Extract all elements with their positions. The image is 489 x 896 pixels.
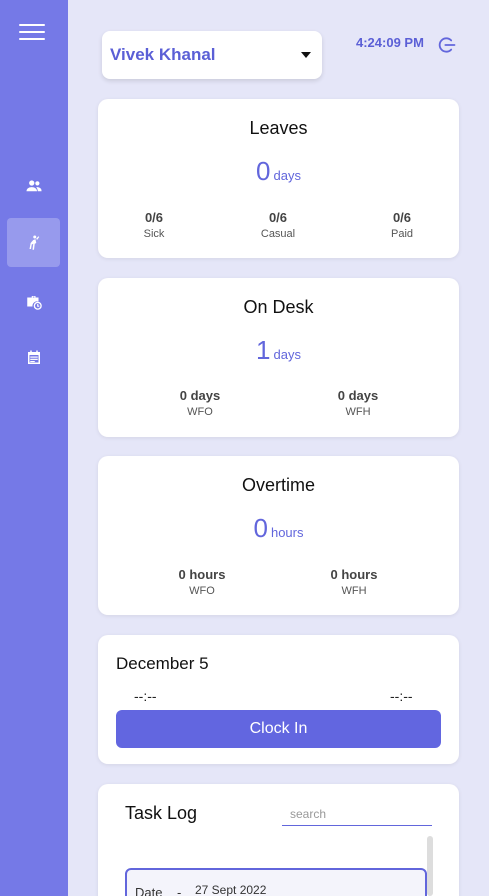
stat-label: WFO xyxy=(187,406,213,418)
stat-value: 0 days xyxy=(179,388,221,403)
overtime-total-value: 0 xyxy=(253,513,268,543)
clock-in-button[interactable]: Clock In xyxy=(116,710,441,748)
task-log-card: Task Log Date - 27 Sept 2022 xyxy=(98,784,459,896)
leave-icon xyxy=(26,295,42,310)
overtime-total: 0 hours xyxy=(98,513,459,544)
stat-wfo: 0 days WFO xyxy=(155,388,245,418)
task-entry-separator: - xyxy=(177,885,182,896)
stat-value: 0/6 xyxy=(392,210,412,225)
stat-label: WFO xyxy=(189,585,215,597)
stat-sick: 0/6 Sick xyxy=(109,210,199,240)
leaves-total-value: 0 xyxy=(256,156,271,186)
sidebar-item-calendar[interactable] xyxy=(7,333,60,382)
on-desk-total-unit: days xyxy=(273,347,301,362)
calendar-icon xyxy=(27,350,40,364)
user-select[interactable]: Vivek Khanal xyxy=(102,31,322,79)
dropdown-caret-icon xyxy=(301,52,311,58)
stat-wfh: 0 days WFH xyxy=(313,388,403,418)
logout-icon[interactable] xyxy=(437,35,457,55)
stat-value: 0/6 xyxy=(144,210,164,225)
stat-casual: 0/6 Casual xyxy=(233,210,323,240)
on-desk-total-value: 1 xyxy=(256,335,271,365)
sidebar-item-leave[interactable] xyxy=(7,277,60,326)
stat-label: WFH xyxy=(345,406,371,418)
task-log-title: Task Log xyxy=(125,803,198,823)
card-title: On Desk xyxy=(243,297,314,317)
stat-value: 0/6 xyxy=(268,210,288,225)
sidebar-item-attendance[interactable] xyxy=(7,218,60,267)
overtime-card: Overtime 0 hours 0 hours WFO 0 hours WFH xyxy=(98,456,459,615)
stat-value: 0 days xyxy=(337,388,379,403)
overtime-total-unit: hours xyxy=(270,525,304,540)
current-time: 4:24:09 PM xyxy=(356,35,424,50)
attendance-icon xyxy=(29,235,39,250)
stat-value: 0 hours xyxy=(330,567,378,582)
sidebar xyxy=(0,0,68,896)
attendance-date: December 5 xyxy=(116,654,209,673)
task-entry[interactable]: Date - 27 Sept 2022 xyxy=(125,868,427,896)
leaves-card: Leaves 0 days 0/6 Sick 0/6 Casual 0/6 Pai… xyxy=(98,99,459,258)
stat-wfh: 0 hours WFH xyxy=(309,567,399,597)
stat-label: WFH xyxy=(341,585,367,597)
clock-in-time: --:-- xyxy=(134,688,157,704)
task-entry-label: Date xyxy=(135,885,163,896)
stat-label: Sick xyxy=(143,228,165,240)
stat-label: Paid xyxy=(390,228,414,240)
task-search-input[interactable] xyxy=(282,802,432,826)
leaves-total: 0 days xyxy=(98,156,459,187)
sidebar-item-team[interactable] xyxy=(7,161,60,210)
task-log-scrollbar[interactable] xyxy=(427,836,433,896)
on-desk-card: On Desk 1 days 0 days WFO 0 days WFH xyxy=(98,278,459,437)
card-title: Overtime xyxy=(241,475,315,495)
stat-wfo: 0 hours WFO xyxy=(157,567,247,597)
on-desk-total: 1 days xyxy=(98,335,459,366)
menu-icon[interactable] xyxy=(19,24,45,42)
stat-value: 0 hours xyxy=(178,567,226,582)
stat-paid: 0/6 Paid xyxy=(357,210,447,240)
leaves-total-unit: days xyxy=(273,168,301,183)
user-name: Vivek Khanal xyxy=(110,45,216,64)
attendance-card: December 5 --:-- --:-- Clock In xyxy=(98,635,459,764)
card-title: Leaves xyxy=(249,118,308,138)
stat-label: Casual xyxy=(260,228,296,240)
team-icon xyxy=(26,179,41,191)
task-entry-date: 27 Sept 2022 xyxy=(195,883,267,896)
clock-out-time: --:-- xyxy=(390,688,413,704)
